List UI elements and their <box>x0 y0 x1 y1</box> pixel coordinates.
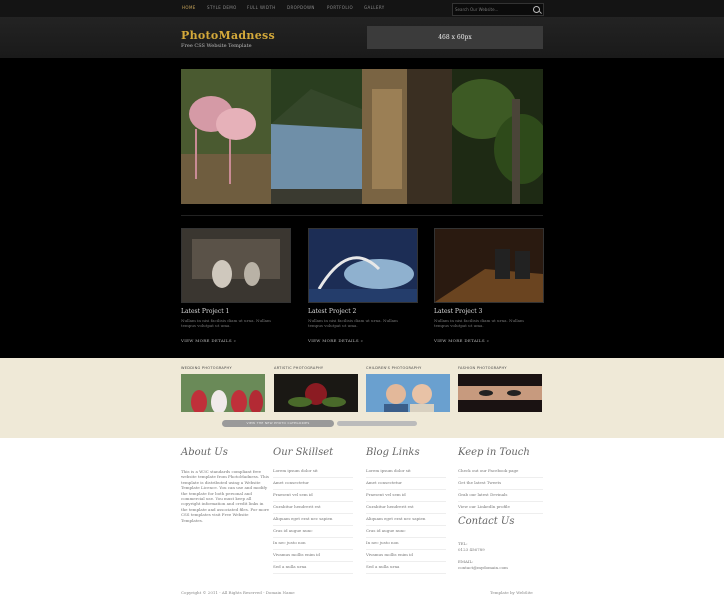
blog-link[interactable]: Aliquam eget erat nec sapien <box>366 514 446 526</box>
project-text-2: Nullam in nisi facilisis diam ut urna. N… <box>308 318 398 328</box>
project-more-link-2[interactable]: VIEW MORE DETAILS » <box>308 338 363 343</box>
nav-gallery[interactable]: GALLERY <box>364 5 385 10</box>
nav-full-width[interactable]: FULL WIDTH <box>247 5 276 10</box>
ad-banner[interactable]: 468 x 60px <box>367 26 543 49</box>
tel-label: TEL: <box>458 541 468 546</box>
skillset-item[interactable]: Aliquam eget erat nec sapien <box>273 514 353 526</box>
search-input[interactable] <box>455 5 525 13</box>
blog-link[interactable]: Curabitur hendrerit est <box>366 502 446 514</box>
keep-in-touch-list: Check out our Facebook page Get the late… <box>458 466 543 514</box>
tel-value: 0123 456789 <box>458 547 485 552</box>
hero-image-forest[interactable] <box>452 69 543 204</box>
search-box <box>452 3 544 16</box>
top-nav-bar <box>0 0 724 17</box>
blog-link[interactable]: In nec justo non <box>366 538 446 550</box>
blog-link[interactable]: Vivamus mollis enim id <box>366 550 446 562</box>
project-title-2[interactable]: Latest Project 2 <box>308 308 356 315</box>
project-more-link-1[interactable]: VIEW MORE DETAILS » <box>181 338 236 343</box>
project-more-link-3[interactable]: VIEW MORE DETAILS » <box>434 338 489 343</box>
social-link[interactable]: Grab our latest Devinals <box>458 490 543 502</box>
blog-link[interactable]: Lorem ipsum dolor sit <box>366 466 446 478</box>
skillset-item[interactable]: Curabitur hendrerit est <box>273 502 353 514</box>
skillset-item[interactable]: Vivamus mollis enim id <box>273 550 353 562</box>
nav-dropdown[interactable]: DROPDOWN <box>287 5 315 10</box>
category-label-wedding[interactable]: WEDDING PHOTOGRAPHY <box>181 366 232 370</box>
skillset-item[interactable]: In nec justo non <box>273 538 353 550</box>
blog-link[interactable]: Cras id augue nunc <box>366 526 446 538</box>
category-scrollbar[interactable] <box>337 421 417 426</box>
skillset-item[interactable]: Amet consectetur <box>273 478 353 490</box>
category-image-children[interactable] <box>366 374 450 412</box>
blog-link[interactable]: Praesent vel sem id <box>366 490 446 502</box>
project-title-3[interactable]: Latest Project 3 <box>434 308 482 315</box>
about-heading: About Us <box>181 447 228 458</box>
blog-heading: Blog Links <box>366 447 420 458</box>
view-categories-button[interactable]: VIEW THE NEW PHOTO CATEGORIES <box>222 420 334 427</box>
blog-list: Lorem ipsum dolor sit Amet consectetur P… <box>366 466 446 574</box>
project-thumb-3[interactable] <box>434 228 544 303</box>
site-tagline: Free CSS Website Template <box>181 43 252 49</box>
project-text-3: Nullam in nisi facilisis diam ut urna. N… <box>434 318 524 328</box>
site-logo[interactable]: PhotoMadness <box>181 29 275 42</box>
skillset-item[interactable]: Lorem ipsum dolor sit <box>273 466 353 478</box>
header <box>0 17 724 58</box>
contact-heading: Contact Us <box>458 516 515 527</box>
project-text-1: Nullam in nisi facilisis diam ut urna. N… <box>181 318 271 328</box>
social-link[interactable]: Check out our Facebook page <box>458 466 543 478</box>
category-image-artistic[interactable] <box>274 374 358 412</box>
social-link[interactable]: Get the latest Tweets <box>458 478 543 490</box>
project-thumb-2[interactable] <box>308 228 418 303</box>
skillset-heading: Our Skillset <box>273 447 334 458</box>
category-label-fashion[interactable]: FASHION PHOTOGRAPHY <box>458 366 507 370</box>
category-label-children[interactable]: CHILDREN'S PHOTOGRAPHY <box>366 366 422 370</box>
skillset-list: Lorem ipsum dolor sit Amet consectetur P… <box>273 466 353 574</box>
nav-home[interactable]: HOME <box>182 5 196 10</box>
about-text: This is a W3C standards compliant free w… <box>181 469 270 523</box>
project-title-1[interactable]: Latest Project 1 <box>181 308 229 315</box>
copyright-text: Copyright © 2011 - All Rights Reserved -… <box>181 590 295 595</box>
keep-in-touch-heading: Keep in Touch <box>458 447 530 458</box>
template-credit[interactable]: Template by WebSite <box>490 590 533 595</box>
skillset-item[interactable]: Cras id augue nunc <box>273 526 353 538</box>
blog-link[interactable]: Sed a nulla urna <box>366 562 446 574</box>
nav-style-demo[interactable]: STYLE DEMO <box>207 5 237 10</box>
category-image-wedding[interactable] <box>181 374 265 412</box>
category-band <box>0 358 724 438</box>
email-label: EMAIL: <box>458 559 474 564</box>
category-image-fashion[interactable] <box>458 374 542 412</box>
hero-image-flamingos[interactable] <box>181 69 271 204</box>
project-thumb-1[interactable] <box>181 228 291 303</box>
divider <box>181 215 543 216</box>
skillset-item[interactable]: Sed a nulla urna <box>273 562 353 574</box>
email-value[interactable]: contact@mydomain.com <box>458 565 508 570</box>
category-label-artistic[interactable]: ARTISTIC PHOTOGRAPHY <box>274 366 323 370</box>
hero-image-lake[interactable] <box>271 69 362 204</box>
skillset-item[interactable]: Praesent vel sem id <box>273 490 353 502</box>
blog-link[interactable]: Amet consectetur <box>366 478 446 490</box>
footer <box>0 438 724 603</box>
social-link[interactable]: View our LinkedIn profile <box>458 502 543 514</box>
search-icon[interactable] <box>533 6 540 13</box>
nav-portfolio[interactable]: PORTFOLIO <box>327 5 353 10</box>
hero-image-stone[interactable] <box>362 69 452 204</box>
